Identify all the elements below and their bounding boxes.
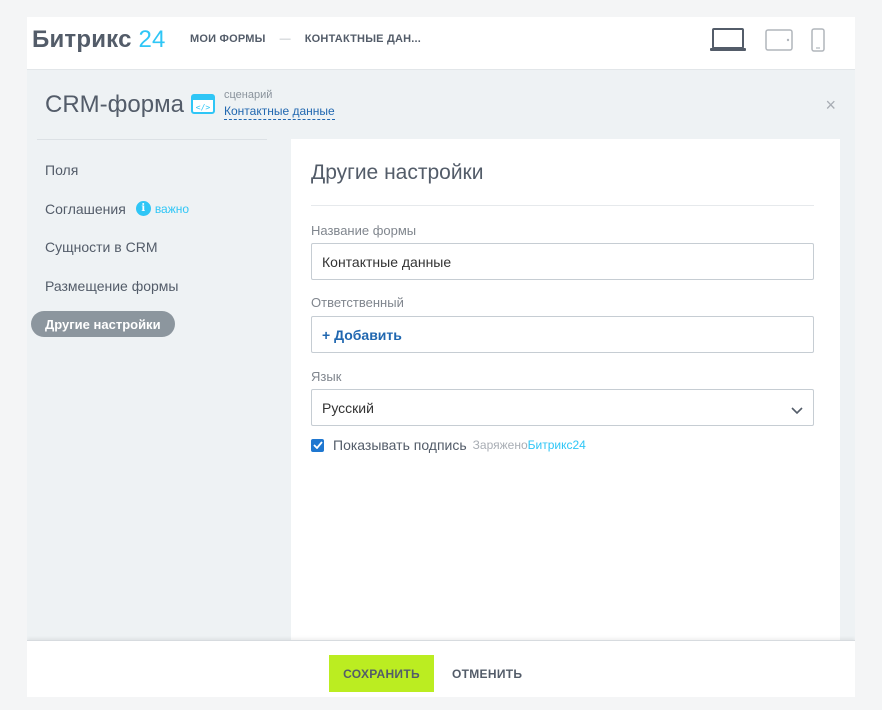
bitrix24-logo[interactable]: Битрикс 24: [32, 26, 166, 54]
code-window-icon: </>: [191, 94, 215, 119]
badge-label: важно: [154, 201, 190, 216]
settings-nav: Поля Соглашения i важно Сущности в CRM Р…: [31, 157, 281, 350]
nav-item-label: Размещение формы: [45, 277, 179, 294]
language-label: Язык: [311, 369, 342, 384]
important-badge[interactable]: i важно: [135, 201, 190, 216]
scenario-caption: сценарий: [224, 89, 273, 101]
logo-number: 24: [138, 26, 166, 53]
device-preview-switcher: [691, 27, 825, 53]
show-signature-label[interactable]: Показывать подпись: [333, 437, 467, 453]
scenario-link[interactable]: Контактные данные: [224, 104, 335, 120]
breadcrumb-separator: —: [279, 33, 291, 45]
phone-icon[interactable]: [811, 28, 825, 52]
save-button[interactable]: СОХРАНИТЬ: [329, 655, 434, 692]
add-responsible-button[interactable]: + Добавить: [322, 327, 402, 343]
form-name-input[interactable]: Контактные данные: [311, 243, 814, 280]
crm-form-slider: Битрикс 24 МОИ ФОРМЫ — КОНТАКТНЫЕ ДАН...: [27, 17, 855, 697]
language-selected-value: Русский: [322, 399, 374, 416]
breadcrumb-current-form[interactable]: КОНТАКТНЫЕ ДАН...: [305, 33, 421, 45]
laptop-icon[interactable]: [709, 27, 747, 53]
nav-item-fields[interactable]: Поля: [31, 157, 281, 183]
footer-bar: СОХРАНИТЬ ОТМЕНИТЬ: [27, 640, 855, 697]
top-bar: Битрикс 24 МОИ ФОРМЫ — КОНТАКТНЫЕ ДАН...: [27, 17, 855, 70]
info-icon: i: [135, 201, 151, 216]
settings-panel: Другие настройки Название формы Контактн…: [291, 139, 840, 697]
nav-item-label: Другие настройки: [45, 316, 161, 332]
nav-item-agreements[interactable]: Соглашения i важно: [31, 196, 281, 222]
section-divider: [311, 205, 814, 206]
responsible-field[interactable]: + Добавить: [311, 316, 814, 353]
page-title: CRM-форма: [45, 91, 184, 118]
nav-item-form-placement[interactable]: Размещение формы: [31, 273, 281, 299]
powered-text: Заряжено: [472, 438, 528, 452]
svg-text:</>: </>: [196, 103, 211, 112]
scenario-selector[interactable]: </> сценарий Контактные данные: [191, 89, 335, 120]
nav-item-label: Сущности в CRM: [45, 239, 158, 255]
tablet-icon[interactable]: [765, 29, 793, 51]
cancel-button[interactable]: ОТМЕНИТЬ: [447, 655, 527, 692]
nav-item-crm-entities[interactable]: Сущности в CRM: [31, 234, 281, 260]
section-title: Другие настройки: [311, 161, 484, 184]
powered-by: ЗаряженоБитрикс24: [473, 438, 586, 452]
nav-item-label: Поля: [45, 162, 79, 178]
sidebar-divider: [37, 139, 267, 140]
show-signature-row: Показывать подпись ЗаряженоБитрикс24: [311, 437, 586, 453]
nav-item-label: Соглашения: [45, 200, 126, 217]
show-signature-checkbox[interactable]: [311, 438, 324, 452]
language-select[interactable]: Русский: [311, 389, 814, 426]
close-icon[interactable]: ×: [825, 96, 836, 114]
powered-brand: Битрикс24: [527, 438, 586, 452]
responsible-label: Ответственный: [311, 295, 404, 310]
logo-text: Битрикс: [32, 26, 132, 53]
breadcrumb: МОИ ФОРМЫ — КОНТАКТНЫЕ ДАН...: [190, 33, 421, 45]
form-name-label: Название формы: [311, 223, 417, 238]
breadcrumb-my-forms[interactable]: МОИ ФОРМЫ: [190, 33, 266, 45]
chevron-down-icon: [791, 402, 803, 418]
nav-item-other-settings[interactable]: Другие настройки: [31, 311, 175, 337]
